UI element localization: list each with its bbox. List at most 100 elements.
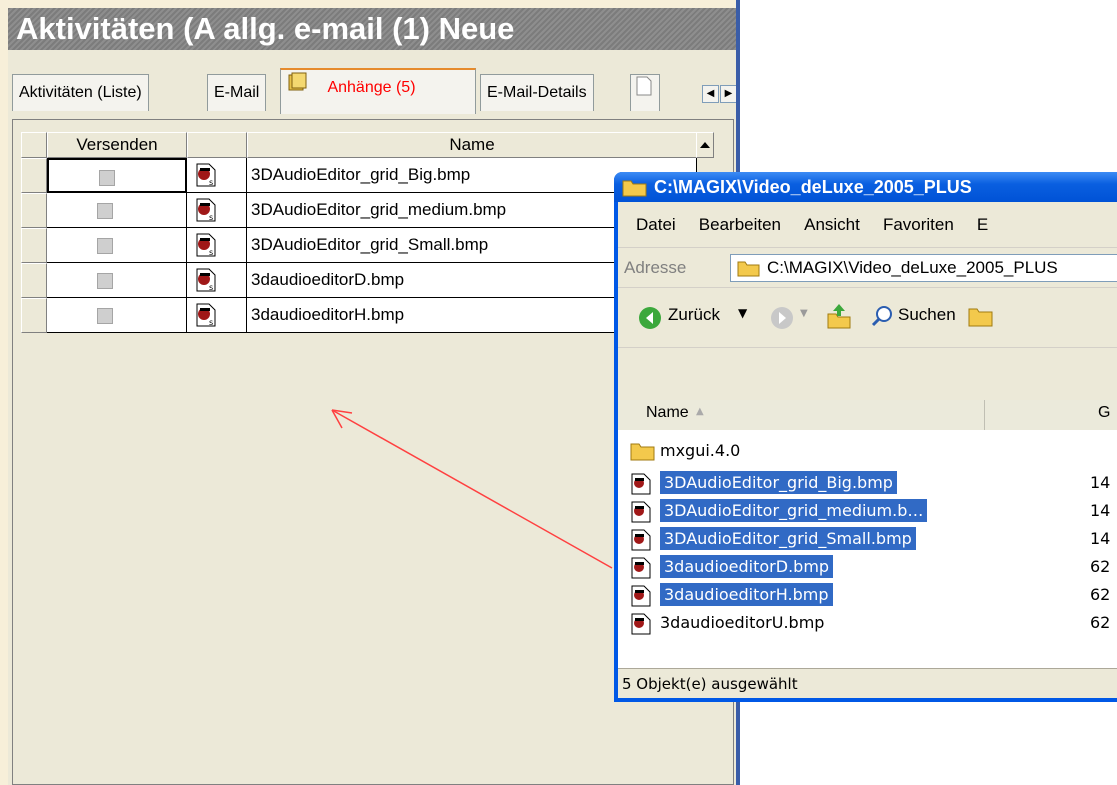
column-header-size[interactable]: G	[1098, 404, 1110, 422]
list-item[interactable]: 3DAudioEditor_grid_Big.bmp 14	[622, 470, 1110, 496]
versenden-cell[interactable]	[47, 158, 187, 193]
menu-extras[interactable]: E	[977, 202, 988, 248]
item-name: 3DAudioEditor_grid_Big.bmp	[660, 471, 897, 494]
document-icon	[635, 76, 653, 101]
item-size: 14	[1090, 473, 1111, 492]
address-value: C:\MAGIX\Video_deLuxe_2005_PLUS	[767, 258, 1058, 277]
item-size: 62	[1090, 613, 1111, 632]
versenden-checkbox[interactable]	[97, 273, 113, 289]
table-row[interactable]: s 3DAudioEditor_grid_medium.bmp	[21, 193, 711, 228]
up-folder-icon[interactable]	[826, 302, 852, 334]
bmp-file-icon	[631, 585, 651, 607]
toolbar: Zurück ▼ ▼ Suchen	[618, 288, 1117, 348]
status-bar: 5 Objekt(e) ausgewählt	[618, 668, 1117, 698]
bmp-file-icon: s	[195, 162, 217, 192]
search-button-label[interactable]: Suchen	[898, 305, 956, 325]
search-icon[interactable]	[870, 304, 894, 332]
svg-text:s: s	[209, 213, 213, 222]
explorer-body: Datei Bearbeiten Ansicht Favoriten E Adr…	[618, 202, 1117, 698]
list-header: Name ▲ G	[618, 400, 1117, 431]
list-item[interactable]: 3DAudioEditor_grid_Small.bmp 14	[622, 526, 1110, 552]
item-name: 3daudioeditorH.bmp	[660, 583, 833, 606]
tab-anhaenge[interactable]: Anhänge (5)	[280, 68, 476, 114]
table-row[interactable]: s 3daudioeditorH.bmp	[21, 298, 711, 333]
back-dropdown-icon[interactable]: ▼	[738, 306, 747, 320]
column-header-name[interactable]: Name	[646, 404, 689, 422]
table-row[interactable]: s 3daudioeditorD.bmp	[21, 263, 711, 298]
row-selector[interactable]	[21, 298, 47, 333]
list-item[interactable]: 3daudioeditorH.bmp 62	[622, 582, 1110, 608]
item-name: 3daudioeditorD.bmp	[660, 555, 834, 578]
svg-text:s: s	[209, 283, 213, 292]
panel-title: Aktivitäten (A allg. e-mail (1) Neue	[8, 8, 740, 50]
table-row[interactable]: s 3DAudioEditor_grid_Small.bmp	[21, 228, 711, 263]
versenden-cell[interactable]	[47, 228, 187, 263]
item-name: 3DAudioEditor_grid_medium.b…	[660, 499, 928, 522]
attachments-grid: Versenden Name s 3DAudioEditor_grid_Big.…	[21, 132, 714, 352]
menu-ansicht[interactable]: Ansicht	[804, 202, 860, 248]
scroll-up-icon[interactable]	[696, 132, 714, 158]
file-type-cell: s	[187, 263, 247, 298]
list-item[interactable]: mxgui.4.0	[622, 438, 740, 464]
bmp-file-icon	[631, 529, 651, 551]
address-input[interactable]: C:\MAGIX\Video_deLuxe_2005_PLUS	[730, 254, 1117, 282]
back-button-label[interactable]: Zurück	[668, 305, 720, 325]
list-item[interactable]: 3daudioeditorD.bmp 62	[622, 554, 1110, 580]
bmp-file-icon: s	[195, 267, 217, 297]
folders-icon[interactable]	[968, 304, 994, 332]
column-header-versenden[interactable]: Versenden	[47, 132, 187, 158]
versenden-cell[interactable]	[47, 298, 187, 333]
versenden-checkbox[interactable]	[97, 238, 113, 254]
item-size: 14	[1090, 529, 1111, 548]
row-selector[interactable]	[21, 193, 47, 228]
scroll-left-icon[interactable]: ◀	[702, 85, 719, 103]
tab-scroll: ◀ ▶	[702, 85, 738, 103]
menu-bar: Datei Bearbeiten Ansicht Favoriten E	[618, 202, 1117, 248]
tab-email-details[interactable]: E-Mail-Details	[480, 74, 594, 111]
tab-aktivitaeten-liste[interactable]: Aktivitäten (Liste)	[12, 74, 149, 111]
row-selector[interactable]	[21, 158, 47, 193]
item-name: mxgui.4.0	[660, 441, 741, 460]
forward-arrow-icon[interactable]	[770, 306, 794, 334]
tab-strip: Aktivitäten (Liste) E-Mail Anhänge (5) E…	[8, 53, 740, 119]
bmp-file-icon	[631, 501, 651, 523]
back-arrow-icon[interactable]	[638, 306, 662, 334]
column-header-name[interactable]: Name	[247, 132, 697, 158]
versenden-checkbox[interactable]	[99, 170, 115, 186]
item-size: 62	[1090, 585, 1111, 604]
menu-bearbeiten[interactable]: Bearbeiten	[699, 202, 781, 248]
attachment-folder-icon	[287, 70, 311, 105]
versenden-cell[interactable]	[47, 193, 187, 228]
folder-icon	[737, 258, 761, 281]
explorer-titlebar[interactable]: C:\MAGIX\Video_deLuxe_2005_PLUS	[614, 172, 1117, 202]
tab-more[interactable]	[630, 74, 660, 111]
row-selector-header[interactable]	[21, 132, 47, 158]
versenden-checkbox[interactable]	[97, 203, 113, 219]
menu-favoriten[interactable]: Favoriten	[883, 202, 954, 248]
bmp-file-icon	[631, 613, 651, 635]
bmp-file-icon: s	[195, 232, 217, 262]
explorer-window[interactable]: C:\MAGIX\Video_deLuxe_2005_PLUS Datei Be…	[614, 172, 1117, 702]
forward-dropdown-icon[interactable]: ▼	[800, 308, 808, 319]
table-row[interactable]: s 3DAudioEditor_grid_Big.bmp	[21, 158, 711, 193]
column-divider[interactable]	[984, 400, 985, 430]
file-type-cell: s	[187, 193, 247, 228]
address-bar: Adresse C:\MAGIX\Video_deLuxe_2005_PLUS	[618, 248, 1117, 288]
bmp-file-icon: s	[195, 302, 217, 332]
tab-anhaenge-label: Anhänge (5)	[327, 79, 416, 96]
versenden-checkbox[interactable]	[97, 308, 113, 324]
row-selector[interactable]	[21, 228, 47, 263]
list-item[interactable]: 3DAudioEditor_grid_medium.b… 14	[622, 498, 1110, 524]
bmp-file-icon: s	[195, 197, 217, 227]
scroll-right-icon[interactable]: ▶	[720, 85, 737, 103]
folder-icon	[630, 443, 655, 461]
row-selector[interactable]	[21, 263, 47, 298]
menu-datei[interactable]: Datei	[636, 202, 676, 248]
column-header-icon[interactable]	[187, 132, 247, 158]
file-type-cell: s	[187, 158, 247, 193]
list-header-area: Name ▲ G	[618, 348, 1117, 431]
versenden-cell[interactable]	[47, 263, 187, 298]
svg-text:s: s	[209, 248, 213, 257]
list-item[interactable]: 3daudioeditorU.bmp 62	[622, 610, 1110, 636]
tab-email[interactable]: E-Mail	[207, 74, 267, 111]
